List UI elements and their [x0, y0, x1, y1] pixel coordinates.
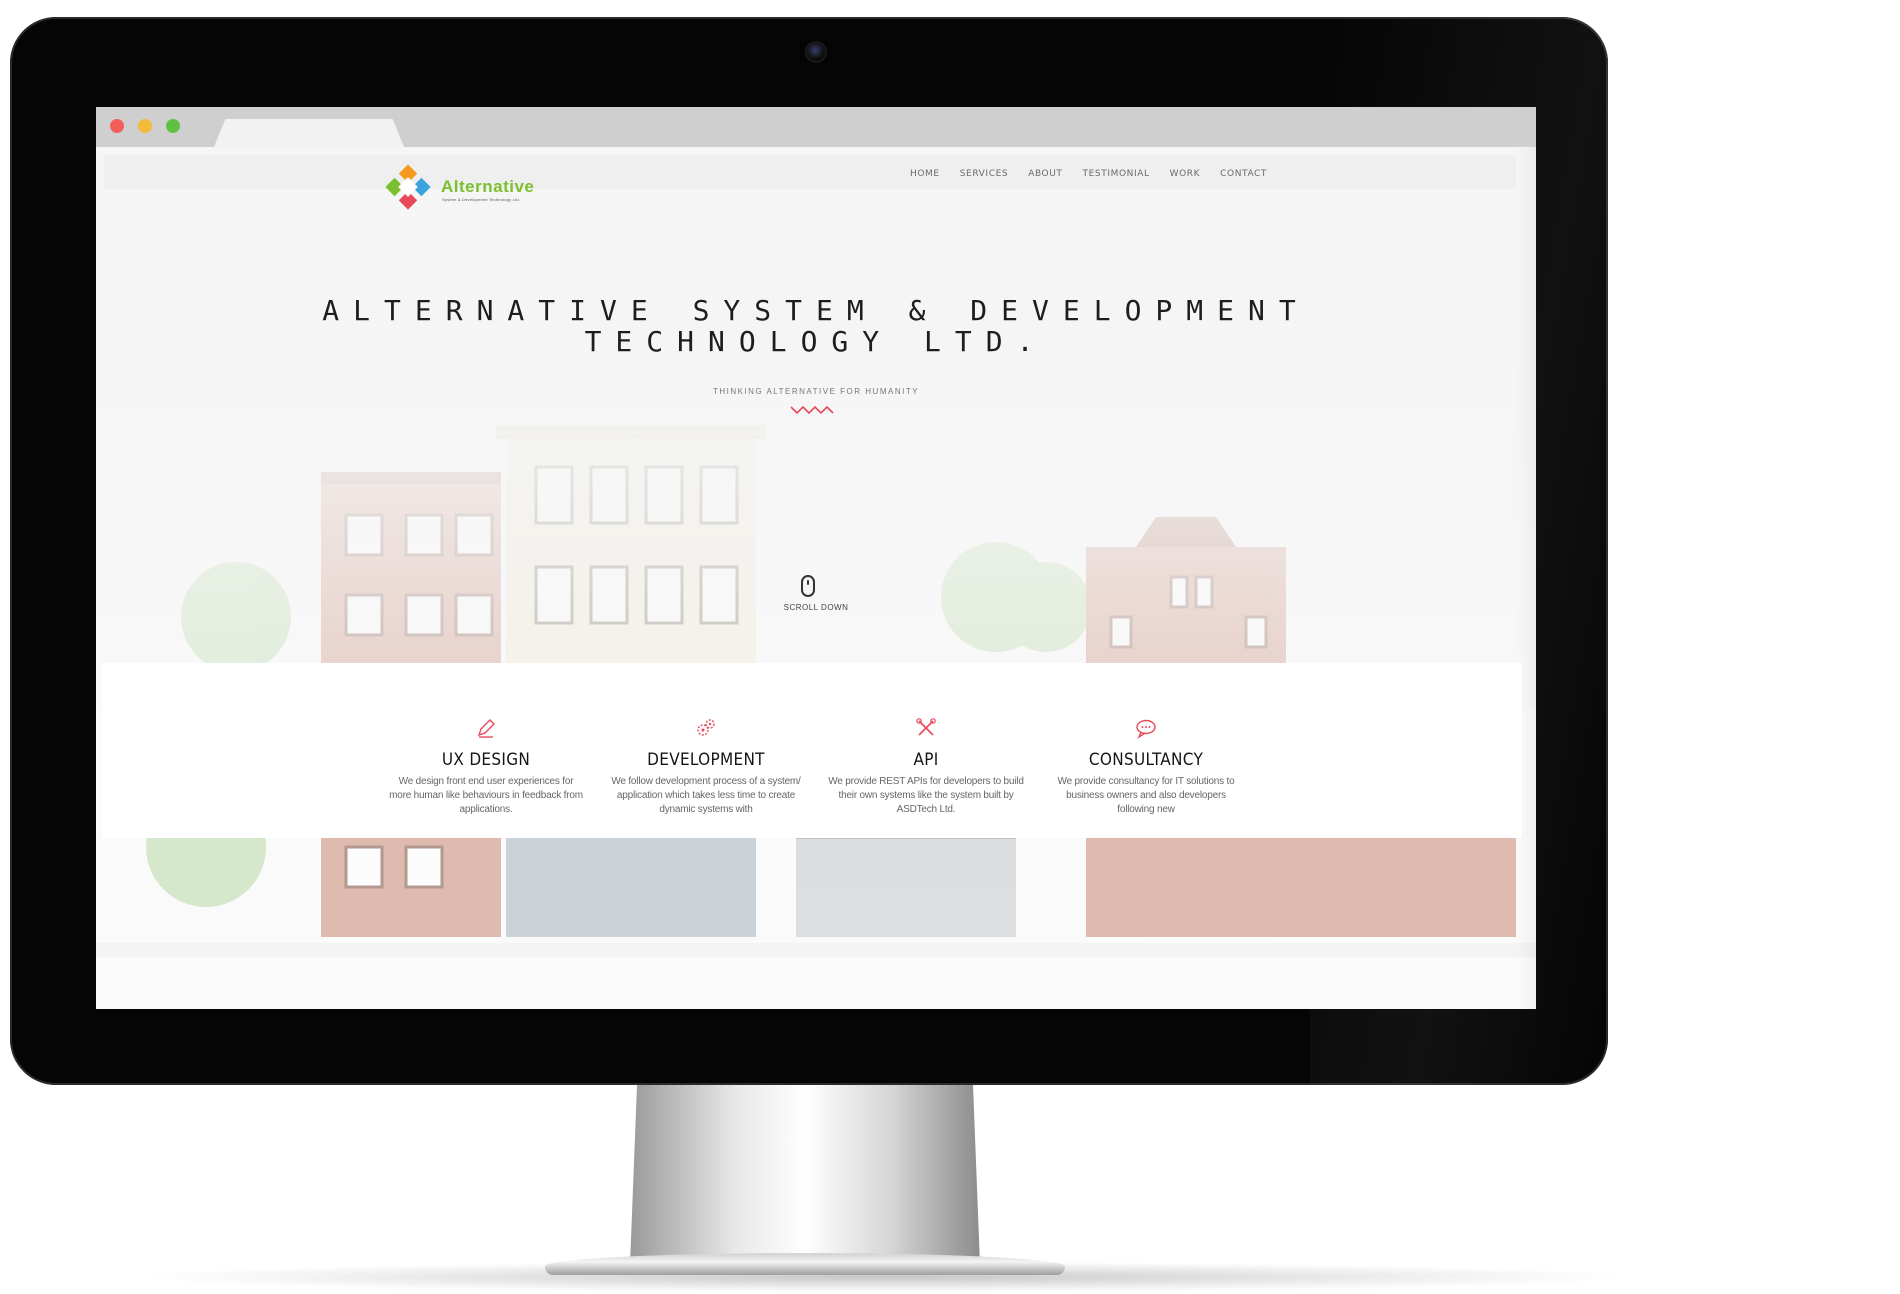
hero-title: ALTERNATIVE SYSTEM & DEVELOPMENT TECHNOL…	[96, 295, 1536, 357]
pencil-icon	[477, 719, 495, 738]
services-section: UX DESIGN We design front end user exper…	[102, 663, 1522, 838]
nav-testimonial[interactable]: TESTIMONIAL	[1083, 169, 1150, 179]
browser-toolbar	[96, 107, 1536, 147]
monitor-stand	[630, 1085, 980, 1265]
service-description: We provide REST APIs for developers to b…	[828, 776, 1024, 815]
close-window-button[interactable]	[110, 119, 124, 133]
monitor-frame: Alternative System & Development Technol…	[10, 17, 1608, 1085]
zigzag-divider-icon	[790, 405, 834, 415]
logo-wordmark[interactable]: Alternative	[441, 177, 534, 197]
service-api: API We provide REST APIs for developers …	[826, 663, 1026, 817]
scroll-down-label[interactable]: SCROLL DOWN	[96, 603, 1536, 612]
web-page: Alternative System & Development Technol…	[96, 147, 1536, 1009]
scrollbar-track[interactable]	[1516, 147, 1536, 1009]
logo-tagline: System & Development Technology Ltd.	[442, 197, 521, 202]
service-description: We follow development process of a syste…	[611, 776, 801, 815]
service-development: DEVELOPMENT We follow development proces…	[606, 663, 806, 817]
hero-overlay	[96, 147, 1536, 707]
service-ux-design: UX DESIGN We design front end user exper…	[386, 663, 586, 817]
browser-tab[interactable]	[214, 119, 404, 147]
hero-subtitle: THINKING ALTERNATIVE FOR HUMANITY	[712, 387, 920, 396]
service-title: CONSULTANCY	[1088, 750, 1204, 770]
hero-title-line-1: ALTERNATIVE SYSTEM & DEVELOPMENT	[322, 294, 1310, 327]
minimize-window-button[interactable]	[138, 119, 152, 133]
service-title: API	[913, 750, 939, 770]
nav-about[interactable]: ABOUT	[1028, 169, 1062, 179]
section-divider	[96, 943, 1536, 957]
gears-icon	[697, 719, 715, 736]
service-description: We provide consultancy for IT solutions …	[1057, 776, 1235, 815]
nav-work[interactable]: WORK	[1170, 169, 1201, 179]
service-title: UX DESIGN	[441, 750, 531, 770]
service-description: We design front end user experiences for…	[389, 776, 583, 815]
chat-icon	[1136, 719, 1156, 739]
browser-window: Alternative System & Development Technol…	[96, 107, 1536, 1009]
nav-services[interactable]: SERVICES	[960, 169, 1008, 179]
webcam-icon	[807, 43, 825, 61]
header-bar	[104, 155, 1516, 189]
service-title: DEVELOPMENT	[647, 750, 765, 770]
maximize-window-button[interactable]	[166, 119, 180, 133]
mouse-scroll-icon[interactable]	[801, 575, 815, 597]
monitor-stand-base	[545, 1253, 1065, 1275]
nav-contact[interactable]: CONTACT	[1220, 169, 1267, 179]
nav-home[interactable]: HOME	[910, 169, 940, 179]
tools-icon	[916, 718, 936, 736]
main-navigation: HOME SERVICES ABOUT TESTIMONIAL WORK CON…	[910, 169, 1287, 179]
hero-title-line-2: TECHNOLOGY LTD.	[584, 325, 1048, 358]
service-consultancy: CONSULTANCY We provide consultancy for I…	[1046, 663, 1246, 817]
